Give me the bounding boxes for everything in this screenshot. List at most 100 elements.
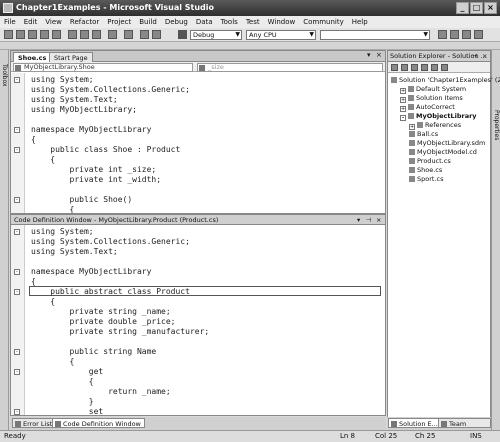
solution-tree-item[interactable]: Ball.cs [409,130,438,138]
file-icon [409,167,415,173]
menu-file[interactable]: File [0,16,20,28]
tab-solution-explorer[interactable]: Solution E... [388,418,442,428]
tab-team-explorer[interactable]: Team Expl... [438,418,491,438]
solution-tree-item[interactable]: - MyObjectLibrary [400,112,477,121]
menu-view[interactable]: View [41,16,66,28]
start-debugging-icon[interactable] [178,30,187,39]
solution-tree-item[interactable]: MyObjectModel.cd [409,148,477,156]
fold-toggle-icon[interactable]: - [14,127,20,133]
properties-icon[interactable] [462,30,471,39]
solution-tree-item[interactable]: + AutoCorrect [400,103,455,112]
pin-icon[interactable]: ⊣ [472,51,478,62]
file-icon [409,131,415,137]
menu-community[interactable]: Community [299,16,348,28]
dropdown-icon[interactable]: ▾ [367,51,371,59]
solution-tree-label: Solution Items [416,94,463,102]
maximize-button[interactable]: □ [470,2,483,14]
platform-select[interactable]: Any CPU ▼ [246,30,316,40]
menu-test[interactable]: Test [242,16,264,28]
menu-data[interactable]: Data [192,16,217,28]
new-project-icon[interactable] [4,30,13,39]
menu-help[interactable]: Help [348,16,372,28]
view-designer-icon[interactable] [431,64,438,71]
refresh-icon[interactable] [411,64,418,71]
solution-tree-item[interactable]: + Solution Items [400,94,463,103]
open-icon[interactable] [28,30,37,39]
toolbox-icon[interactable] [474,30,483,39]
save-icon[interactable] [40,30,49,39]
properties-icon[interactable] [391,64,398,71]
solution-tree-label: Solution 'Chapter1Examples' (2 proj [399,76,500,84]
class-diagram-icon[interactable] [441,64,448,71]
definition-title-bar: Code Definition Window - MyObjectLibrary… [11,215,385,225]
menu-edit[interactable]: Edit [20,16,42,28]
dropdown-icon[interactable]: ▾ [357,215,360,225]
cut-icon[interactable] [68,30,77,39]
close-button[interactable]: × [484,2,497,14]
copy-icon[interactable] [80,30,89,39]
solution-tree-item[interactable]: MyObjectLibrary.sdm [409,139,485,147]
fold-toggle-icon[interactable]: - [14,197,20,203]
close-icon[interactable]: × [376,215,381,225]
tab-start-page[interactable]: Start Page [49,52,93,62]
solution-tree-item[interactable]: Product.cs [409,157,451,165]
navigate-forward-icon[interactable] [152,30,161,39]
fold-toggle-icon[interactable]: - [14,289,20,295]
menu-window[interactable]: Window [264,16,300,28]
expander-icon[interactable]: - [400,115,406,121]
fold-toggle-icon[interactable]: - [14,77,20,83]
fold-toggle-icon[interactable]: - [14,147,20,153]
navigation-bar: MyObjectLibrary.Shoe _size [11,62,385,72]
configuration-select[interactable]: Debug ▼ [190,30,242,40]
menu-refactor[interactable]: Refactor [66,16,103,28]
code-line: using System.Text; [31,247,118,256]
definition-code-area[interactable]: - using System; using System.Collections.G… [11,225,385,415]
code-area[interactable]: - using System; using System.Collections.G… [11,73,385,213]
properties-label[interactable]: Properties [493,110,500,140]
solution-explorer-icon[interactable] [450,30,459,39]
tab-error-list[interactable]: Error List [12,418,57,428]
menu-tools[interactable]: Tools [217,16,242,28]
solution-tree-item[interactable]: Shoe.cs [409,166,442,174]
fold-toggle-icon[interactable]: - [14,349,20,355]
minimize-button[interactable]: _ [456,2,469,14]
view-code-icon[interactable] [421,64,428,71]
navigate-back-icon[interactable] [140,30,149,39]
solution-tree-item[interactable]: + Default System [400,85,466,94]
code-line: namespace MyObjectLibrary [31,267,152,276]
solution-tree-item[interactable]: Sport.cs [409,175,443,183]
fold-toggle-icon[interactable]: - [14,229,20,235]
code-line: private int _width; [31,175,162,184]
solution-tree-label: Shoe.cs [417,166,443,174]
fold-toggle-icon[interactable]: - [14,409,20,415]
redo-icon[interactable] [124,30,133,39]
member-combo[interactable]: _size [197,63,383,72]
tab-shoe-cs[interactable]: Shoe.cs [13,52,52,62]
undo-icon[interactable] [108,30,117,39]
paste-icon[interactable] [92,30,101,39]
menu-debug[interactable]: Debug [161,16,192,28]
code-line: public abstract class Product [31,287,190,296]
close-icon[interactable]: × [376,51,382,59]
add-item-icon[interactable] [16,30,25,39]
solution-tree-item[interactable]: + References [409,121,461,130]
close-icon[interactable]: × [482,51,487,62]
find-combo[interactable]: ▼ [320,30,430,40]
save-all-icon[interactable] [52,30,61,39]
properties-strip[interactable]: Properties [491,50,500,430]
right-bottom-tabstrip: Solution E... Team Expl... [387,417,491,438]
fold-toggle-icon[interactable]: - [14,369,20,375]
solution-tree-item[interactable]: Solution 'Chapter1Examples' (2 proj [391,76,500,84]
fold-toggle-icon[interactable]: - [14,269,20,275]
pin-icon[interactable]: ⊣ [366,215,372,225]
toolbox-label[interactable]: Toolbox [1,64,8,87]
show-all-files-icon[interactable] [401,64,408,71]
tab-code-definition-window[interactable]: Code Definition Window [52,418,145,428]
toolbox-strip[interactable]: Toolbox [0,50,9,430]
find-in-files-icon[interactable] [438,30,447,39]
menu-project[interactable]: Project [103,16,135,28]
menu-build[interactable]: Build [135,16,161,28]
status-line: Ln 8 [340,432,356,440]
type-combo[interactable]: MyObjectLibrary.Shoe [13,63,193,72]
file-icon [409,176,415,182]
